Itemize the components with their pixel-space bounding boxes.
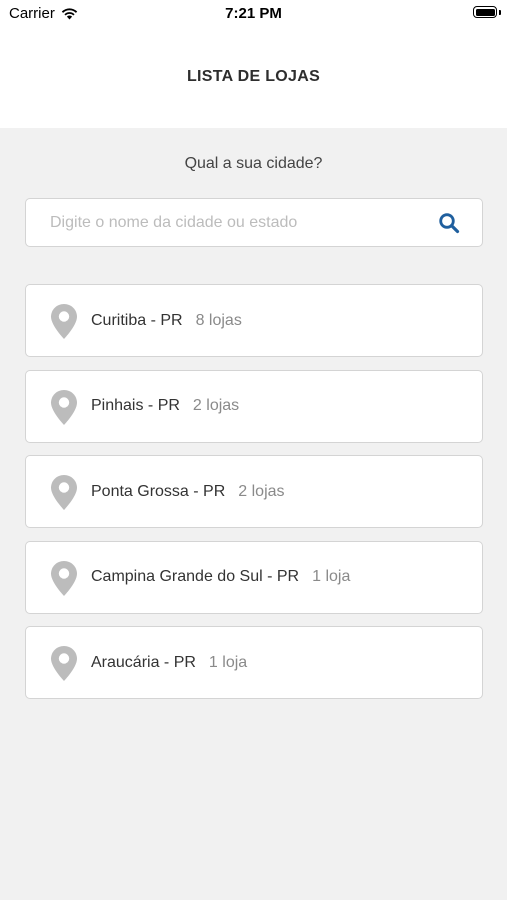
store-list-item[interactable]: Curitiba - PR 8 lojas [25,284,483,357]
map-pin-icon [51,475,77,510]
search-box[interactable] [25,198,483,247]
city-name: Campina Grande do Sul - PR [91,568,300,585]
city-name: Curitiba - PR [91,311,183,329]
status-bar: Carrier 7:21 PM [0,0,507,28]
store-list-item[interactable]: Araucária - PR 1 loja [25,626,483,699]
map-pin-icon [51,646,77,681]
store-text: Araucária - PR 1 loja [91,627,247,698]
store-text: Campina Grande do Sul - PR 1 loja [91,542,350,613]
map-pin-icon [51,304,77,339]
store-list-item[interactable]: Pinhais - PR 2 lojas [25,369,483,443]
search-input[interactable] [50,199,430,246]
search-icon[interactable] [438,212,460,234]
store-text: Pinhais - PR 2 lojas [91,371,239,442]
map-pin-icon [51,560,77,596]
page-title: LISTA DE LOJAS [186,68,321,85]
store-list: Curitiba - PR 8 lojas Pinhais - PR 2 loj… [25,284,483,712]
store-count: 8 lojas [195,311,242,329]
status-time: 7:21 PM [225,5,282,22]
city-name: Ponta Grossa - PR [91,482,226,500]
store-list-item[interactable]: Ponta Grossa - PR 2 lojas [25,455,483,528]
navigation-bar: LISTA DE LOJAS [0,28,507,128]
battery-cap [499,10,501,15]
store-list-item[interactable]: Campina Grande do Sul - PR 1 loja [25,540,483,614]
store-count: 2 lojas [192,397,240,414]
city-name: Pinhais - PR [91,397,180,414]
battery-icon [473,6,497,18]
main-content: Qual a sua cidade? Curitiba - PR 8 lojas… [0,128,507,900]
store-count: 1 loja [312,568,351,585]
store-count: 1 loja [208,653,248,671]
city-question-label: Qual a sua cidade? [184,155,323,172]
store-text: Ponta Grossa - PR 2 lojas [91,456,285,527]
map-pin-icon [51,389,77,425]
store-count: 2 lojas [238,482,285,500]
store-text: Curitiba - PR 8 lojas [91,285,242,356]
city-name: Araucária - PR [91,653,196,671]
